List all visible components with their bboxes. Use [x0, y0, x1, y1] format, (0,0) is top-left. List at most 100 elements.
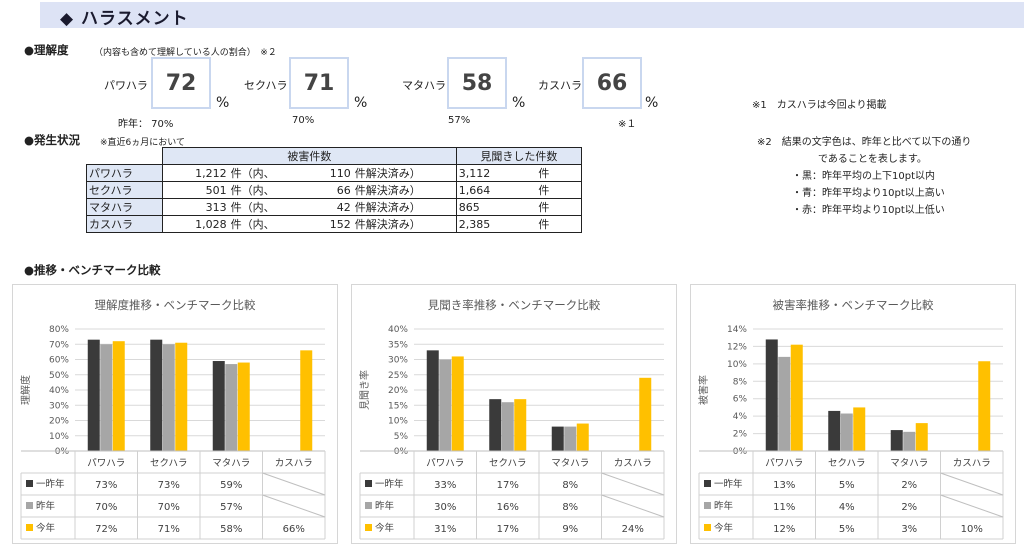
- category-label: セクハラ: [489, 458, 527, 469]
- y-tick-label: 35%: [388, 340, 408, 350]
- understanding-label: ●理解度: [24, 43, 69, 57]
- legend-swatch-昨年: [704, 502, 711, 509]
- legend-label: 今年: [714, 522, 734, 534]
- chart-understanding: 0% 10% 20% 30% 40% 50% 60% 70% 80% 理解度パワハラ セクハラ マタハ…: [19, 325, 326, 540]
- y-tick-label: 10%: [727, 360, 747, 370]
- bar-一昨年: [890, 430, 903, 451]
- note-2-line-3: ・青：昨年平均より10pt以上高い: [792, 188, 945, 199]
- category-label: カスハラ: [614, 458, 652, 469]
- witnessed-unit: 件: [536, 215, 583, 233]
- bar-今年: [978, 361, 991, 451]
- understanding-value-1: 71: [289, 57, 349, 109]
- legend-label: 昨年: [714, 500, 734, 512]
- trend-label: ●推移・ベンチマーク比較: [24, 263, 161, 277]
- legend-swatch-昨年: [26, 502, 33, 509]
- understanding-unit-3: %: [645, 95, 659, 111]
- bar-一昨年: [828, 410, 841, 451]
- resolved-count: 66: [301, 181, 353, 199]
- table-row: マタハラ 313 件（内、 42 件解決済み） 865 件: [85, 198, 583, 216]
- victims-unit: 件（内、: [228, 164, 302, 182]
- y-tick-label: 40%: [49, 386, 69, 396]
- bar-今年: [576, 423, 589, 451]
- understanding-unit-0: %: [216, 95, 230, 111]
- bar-今年: [514, 399, 527, 451]
- witnessed-count: 3,112: [455, 164, 537, 182]
- bar-一昨年: [765, 339, 778, 451]
- row-label: カスハラ: [85, 215, 164, 233]
- data-label: 58%: [220, 524, 242, 535]
- data-label: 2%: [901, 480, 917, 491]
- chart-panel-victim: 被害率推移・ベンチマーク比較 0% 2% 4% 6% 8% 10% 12% 14% 被害率 パワハ…: [690, 284, 1016, 544]
- data-label: 33%: [434, 480, 456, 491]
- bar-今年: [175, 342, 188, 451]
- witnessed-count: 1,664: [455, 181, 537, 199]
- y-tick-label: 4%: [733, 412, 748, 422]
- row-label: セクハラ: [85, 181, 164, 199]
- occurrence-corner: [85, 147, 164, 165]
- data-label: 73%: [95, 480, 117, 491]
- victims-unit: 件（内、: [228, 181, 302, 199]
- data-label: 24%: [622, 524, 644, 535]
- data-label: 11%: [773, 502, 795, 513]
- bar-昨年: [840, 413, 853, 451]
- bar-今年: [237, 362, 250, 451]
- y-axis-label: 見聞き率: [358, 370, 371, 410]
- y-tick-label: 30%: [49, 401, 69, 411]
- bar-今年: [112, 341, 125, 451]
- data-label: 5%: [839, 524, 855, 535]
- data-label: 17%: [497, 524, 519, 535]
- understanding-name-0: パワハラ: [104, 79, 148, 92]
- chart-panel-witness: 見聞き率推移・ベンチマーク比較 0% 5% 10% 15% 20% 25% 30% 35% 40…: [351, 284, 677, 544]
- legend-swatch-今年: [365, 524, 372, 531]
- data-label: 3%: [901, 524, 917, 535]
- y-tick-label: 8%: [733, 377, 748, 387]
- resolved-count: 152: [301, 215, 353, 233]
- witnessed-count: 865: [455, 198, 537, 216]
- resolved-count: 42: [301, 198, 353, 216]
- y-tick-label: 0%: [55, 447, 70, 457]
- legend-label: 昨年: [36, 500, 56, 512]
- data-label: 73%: [158, 480, 180, 491]
- understanding-prev-0: 昨年： 70%: [118, 119, 174, 130]
- y-tick-label: 2%: [733, 430, 748, 440]
- legend-label: 今年: [375, 522, 395, 534]
- bar-今年: [639, 377, 652, 451]
- legend-label: 今年: [36, 522, 56, 534]
- victims-count: 1,212: [162, 164, 229, 182]
- table-row: パワハラ 1,212 件（内、 110 件解決済み） 3,112 件: [85, 164, 583, 182]
- occurrence-header-row: 被害件数 見聞きした件数: [85, 147, 583, 165]
- witnessed-count: 2,385: [455, 215, 537, 233]
- category-label: セクハラ: [828, 458, 866, 469]
- category-label: マタハラ: [890, 458, 928, 469]
- resolved-label: 件解決済み）: [352, 164, 457, 182]
- category-label: セクハラ: [150, 458, 188, 469]
- y-tick-label: 30%: [388, 356, 408, 366]
- bar-一昨年: [489, 399, 502, 451]
- table-row: カスハラ 1,028 件（内、 152 件解決済み） 2,385 件: [85, 215, 583, 233]
- witnessed-unit: 件: [536, 164, 583, 182]
- y-tick-label: 20%: [388, 386, 408, 396]
- bar-昨年: [564, 426, 577, 451]
- empty-cell-slash: [940, 472, 1004, 496]
- witnessed-unit: 件: [536, 181, 583, 199]
- data-label: 31%: [434, 524, 456, 535]
- empty-cell-slash: [262, 494, 326, 518]
- category-label: パワハラ: [765, 458, 803, 469]
- empty-cell-slash: [262, 472, 326, 496]
- resolved-count: 110: [301, 164, 353, 182]
- legend-swatch-一昨年: [704, 480, 711, 487]
- y-tick-label: 10%: [49, 432, 69, 442]
- bar-昨年: [778, 356, 791, 451]
- resolved-label: 件解決済み）: [352, 215, 457, 233]
- bar-一昨年: [87, 339, 100, 451]
- y-tick-label: 70%: [49, 340, 69, 350]
- understanding-value-3: 66: [582, 57, 642, 109]
- legend-label: 昨年: [375, 500, 395, 512]
- y-tick-label: 50%: [49, 371, 69, 381]
- data-label: 12%: [773, 524, 795, 535]
- victims-count: 501: [162, 181, 229, 199]
- legend-swatch-今年: [704, 524, 711, 531]
- y-tick-label: 12%: [727, 342, 747, 352]
- occurrence-header-witnessed: 見聞きした件数: [455, 147, 583, 165]
- y-tick-label: 6%: [733, 395, 748, 405]
